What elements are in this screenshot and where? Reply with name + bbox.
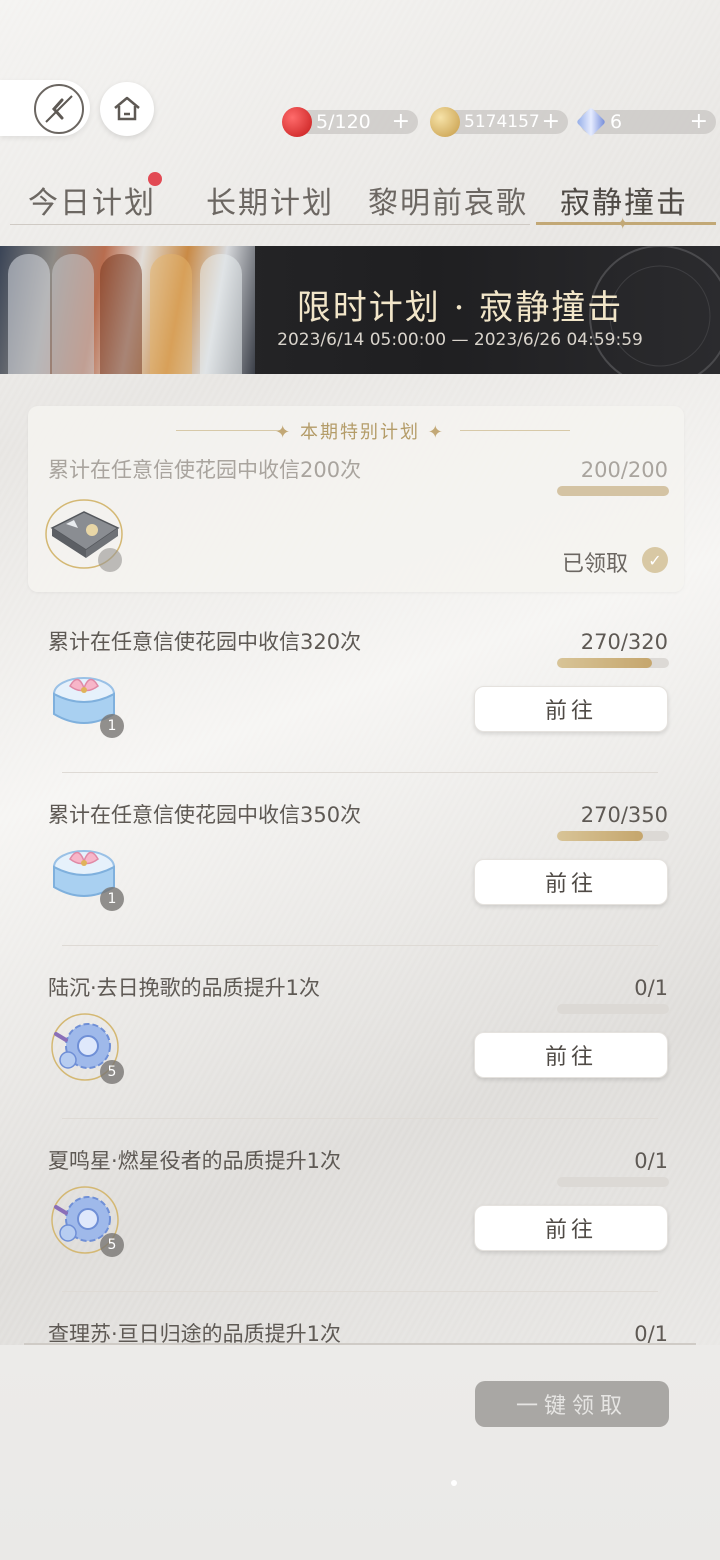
footer-area xyxy=(0,1345,720,1560)
claimed-status: 已领取 xyxy=(562,552,629,577)
task-progress: 270/350 xyxy=(580,803,668,827)
go-button[interactable]: 前往 xyxy=(474,1205,668,1251)
task-progress-bar xyxy=(557,1177,669,1187)
row-divider xyxy=(62,945,658,946)
gold-value: 5174157 xyxy=(464,112,540,132)
special-task-description: 累计在任意信使花园中收信200次 xyxy=(48,458,362,482)
coin-icon xyxy=(430,107,460,137)
task-description: 陆沉·去日挽歌的品质提升1次 xyxy=(48,976,321,1000)
apple-icon xyxy=(282,107,312,137)
check-icon: ✓ xyxy=(642,547,668,573)
task-row: 累计在任意信使花园中收信350次 270/350 1 前往 xyxy=(0,799,720,971)
task-row: 累计在任意信使花园中收信320次 270/320 1 前往 xyxy=(0,626,720,798)
sparkle-icon: ✦ xyxy=(616,214,630,233)
task-progress: 270/320 xyxy=(580,630,668,654)
special-task-progress: 200/200 xyxy=(580,458,668,482)
list-bottom-divider xyxy=(24,1343,696,1345)
back-button[interactable] xyxy=(34,84,84,134)
back-icon xyxy=(45,95,73,123)
sparkle-icon: ✦ xyxy=(427,422,445,443)
sparkle-icon: ✦ xyxy=(275,422,293,443)
reward-quantity: 5 xyxy=(100,1233,124,1257)
add-gold-button[interactable]: + xyxy=(542,111,560,133)
special-reward-item[interactable] xyxy=(44,498,126,572)
tab-long-term-plan[interactable]: 长期计划 xyxy=(206,178,334,222)
notification-dot xyxy=(148,172,162,186)
tab-today-plan[interactable]: 今日计划 xyxy=(28,178,156,222)
banner-date-range: 2023/6/14 05:00:00 — 2023/6/26 04:59:59 xyxy=(277,330,643,350)
reward-item[interactable]: 1 xyxy=(46,837,126,911)
tab-dawn-elegy[interactable]: 黎明前哀歌 xyxy=(368,178,528,222)
task-description: 累计在任意信使花园中收信320次 xyxy=(48,630,362,654)
task-row: 夏鸣星·燃星役者的品质提升1次 0/1 5 前往 xyxy=(0,1145,720,1317)
special-plan-title: 本期特别计划 xyxy=(300,422,420,443)
banner-title: 限时计划 · 寂静撞击 xyxy=(296,288,624,328)
go-button[interactable]: 前往 xyxy=(474,686,668,732)
crystal-icon xyxy=(576,107,606,137)
gem-value: 6 xyxy=(610,111,623,133)
reward-quantity: 1 xyxy=(100,887,124,911)
reward-item[interactable]: 5 xyxy=(46,1183,126,1257)
stamina-value: 5/120 xyxy=(316,111,371,133)
go-button[interactable]: 前往 xyxy=(474,1032,668,1078)
claim-all-button[interactable]: 一键领取 xyxy=(475,1381,669,1427)
task-description: 夏鸣星·燃星役者的品质提升1次 xyxy=(48,1149,342,1173)
reward-item[interactable]: 5 xyxy=(46,1010,126,1084)
tab-divider xyxy=(10,224,530,225)
character-artwork xyxy=(0,246,255,374)
row-divider xyxy=(62,1118,658,1119)
plan-tabs: 今日计划 长期计划 黎明前哀歌 寂静撞击 xyxy=(0,178,720,228)
reward-quantity: 5 xyxy=(100,1060,124,1084)
reward-item[interactable]: 1 xyxy=(46,664,126,738)
gold-counter: 5174157 + xyxy=(430,107,568,137)
stamina-counter: 5/120 + xyxy=(282,107,418,137)
task-description: 累计在任意信使花园中收信350次 xyxy=(48,803,362,827)
row-divider xyxy=(62,772,658,773)
home-button[interactable] xyxy=(100,82,154,136)
task-progress: 0/1 xyxy=(634,976,668,1000)
home-icon xyxy=(114,96,140,121)
gem-counter: 6 + xyxy=(576,107,716,137)
special-progress-bar xyxy=(557,486,669,496)
reward-quantity: 1 xyxy=(100,714,124,738)
reward-quantity xyxy=(98,548,122,572)
special-plan-header: ✦ 本期特别计划 ✦ xyxy=(0,418,720,444)
task-progress-bar xyxy=(557,831,669,841)
task-row: 陆沉·去日挽歌的品质提升1次 0/1 5 前往 xyxy=(0,972,720,1144)
go-button[interactable]: 前往 xyxy=(474,859,668,905)
task-progress-bar xyxy=(557,1004,669,1014)
indicator-dot xyxy=(451,1480,457,1486)
row-divider xyxy=(62,1291,658,1292)
add-gem-button[interactable]: + xyxy=(690,111,708,133)
add-stamina-button[interactable]: + xyxy=(392,111,410,133)
task-progress: 0/1 xyxy=(634,1149,668,1173)
task-progress-bar xyxy=(557,658,669,668)
